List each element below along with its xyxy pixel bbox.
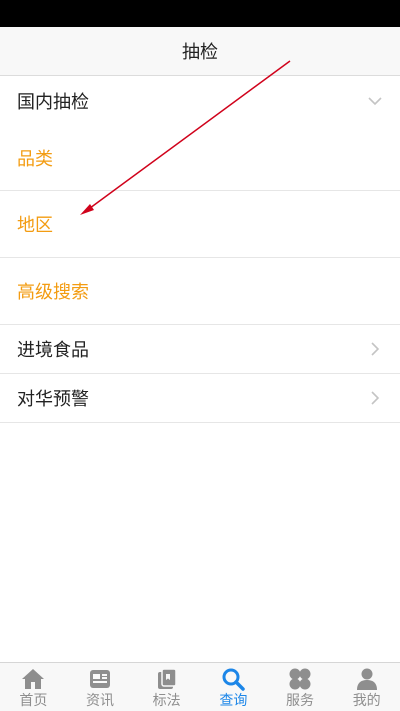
tab-label: 标法 (152, 693, 181, 709)
news-icon (90, 670, 110, 688)
imported-food-row[interactable]: 进境食品 (0, 325, 400, 374)
tab-services[interactable]: 服务 (267, 663, 334, 711)
region-row[interactable]: 地区 (0, 191, 400, 258)
search-icon (222, 668, 246, 691)
category-row[interactable]: 品类 (0, 125, 400, 191)
domestic-inspection-label: 国内抽检 (17, 91, 89, 113)
advanced-search-label: 高级搜索 (17, 282, 89, 303)
region-label: 地区 (17, 215, 53, 236)
china-warning-row[interactable]: 对华预警 (0, 374, 400, 423)
chevron-right-icon (371, 391, 380, 405)
chevron-down-icon (368, 96, 382, 105)
screen: 抽检 国内抽检 品类 地区 高级搜索 进境食品 对华预警 首页 资讯 标法 查询… (0, 0, 400, 711)
tab-label: 查询 (219, 693, 248, 709)
tab-home[interactable]: 首页 (0, 663, 67, 711)
page-title: 抽检 (182, 42, 218, 63)
home-icon (22, 669, 45, 689)
status-bar (0, 0, 400, 27)
chevron-right-icon (371, 342, 380, 356)
tab-query[interactable]: 查询 (200, 663, 267, 711)
services-icon (289, 668, 311, 690)
tab-profile[interactable]: 我的 (333, 663, 400, 711)
tab-news[interactable]: 资讯 (67, 663, 134, 711)
china-warning-label: 对华预警 (17, 389, 89, 410)
standard-icon (157, 668, 177, 689)
query-list: 国内抽检 品类 地区 高级搜索 进境食品 对华预警 (0, 76, 400, 423)
advanced-search-row[interactable]: 高级搜索 (0, 258, 400, 325)
tab-bar: 首页 资讯 标法 查询 服务 我的 (0, 662, 400, 711)
category-label: 品类 (17, 148, 53, 170)
tab-label: 我的 (352, 693, 381, 709)
tab-label: 首页 (19, 693, 48, 709)
nav-bar: 抽检 (0, 27, 400, 76)
domestic-inspection-row[interactable]: 国内抽检 (0, 76, 400, 125)
tab-label: 服务 (286, 693, 315, 709)
imported-food-label: 进境食品 (17, 340, 89, 361)
profile-icon (356, 668, 377, 690)
tab-label: 资讯 (86, 693, 114, 709)
tab-standards[interactable]: 标法 (133, 663, 200, 711)
